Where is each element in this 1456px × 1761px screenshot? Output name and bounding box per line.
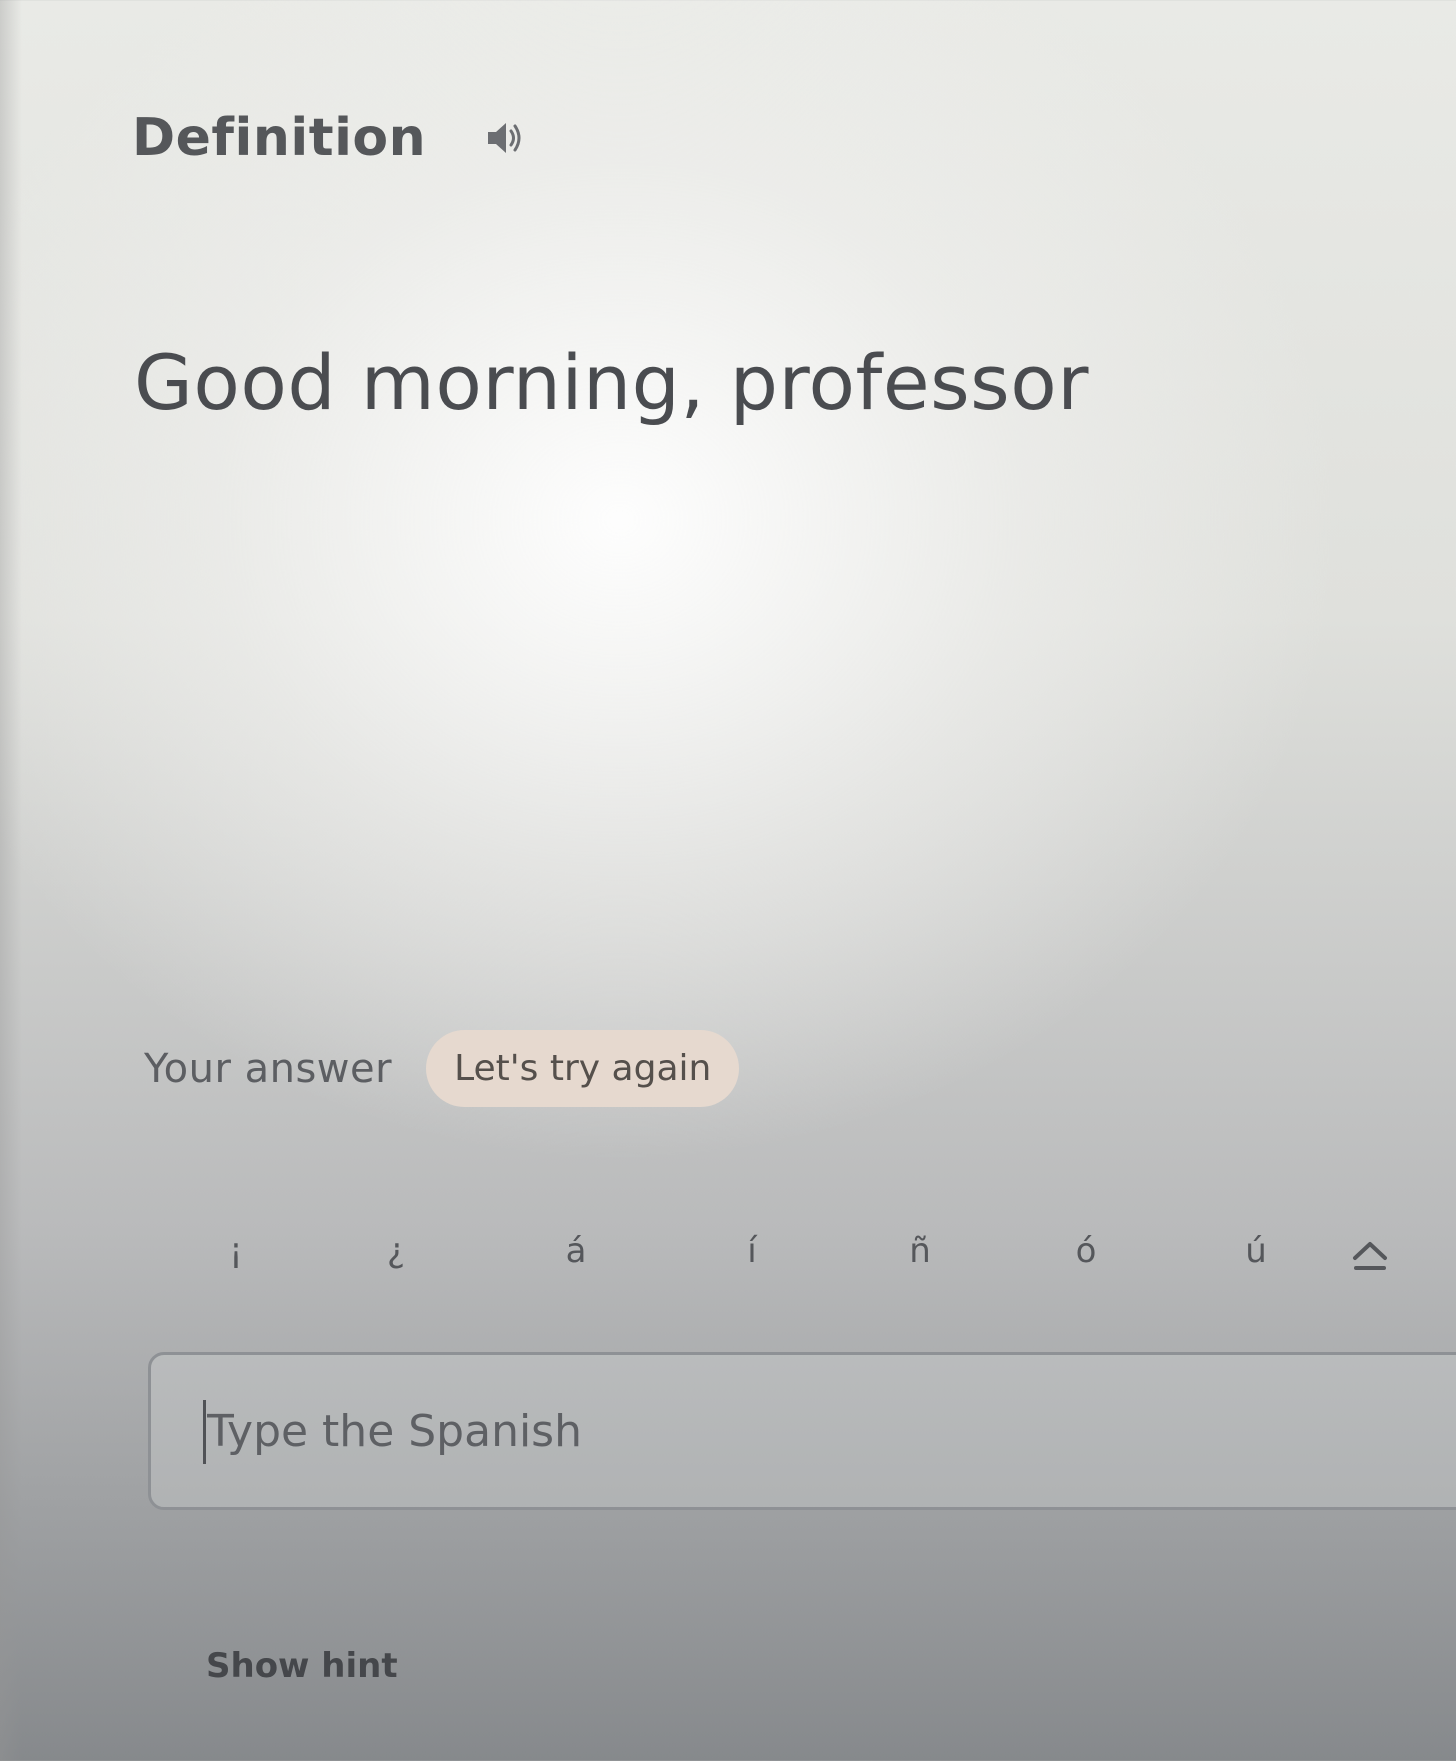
definition-header: Definition bbox=[132, 108, 532, 168]
text-caret bbox=[203, 1400, 206, 1464]
speaker-icon[interactable] bbox=[476, 110, 532, 166]
accent-key-a-acute[interactable]: á bbox=[536, 1216, 616, 1286]
answer-input[interactable] bbox=[148, 1352, 1456, 1510]
answer-label: Your answer bbox=[144, 1045, 393, 1092]
feedback-badge: Let's try again bbox=[426, 1030, 740, 1107]
accent-keyboard: ¡ ¿ á í ñ ó ú bbox=[180, 1216, 1410, 1286]
answer-header: Your answer Let's try again bbox=[144, 1030, 740, 1107]
term-text: Good morning, professor bbox=[134, 338, 1090, 427]
caret-up-icon[interactable] bbox=[1330, 1216, 1410, 1286]
accent-key-o-acute[interactable]: ó bbox=[1046, 1216, 1126, 1286]
accent-key-u-acute[interactable]: ú bbox=[1216, 1216, 1296, 1286]
accent-key-n-tilde[interactable]: ñ bbox=[880, 1216, 960, 1286]
accent-key-i-acute[interactable]: í bbox=[712, 1216, 792, 1286]
accent-key-inverted-exclamation[interactable]: ¡ bbox=[196, 1216, 276, 1286]
section-label: Definition bbox=[132, 108, 427, 168]
show-hint-link[interactable]: Show hint bbox=[206, 1646, 398, 1686]
accent-key-inverted-question[interactable]: ¿ bbox=[356, 1216, 436, 1286]
flashcard-panel: Definition Good morning, professor Your … bbox=[0, 0, 1456, 1761]
